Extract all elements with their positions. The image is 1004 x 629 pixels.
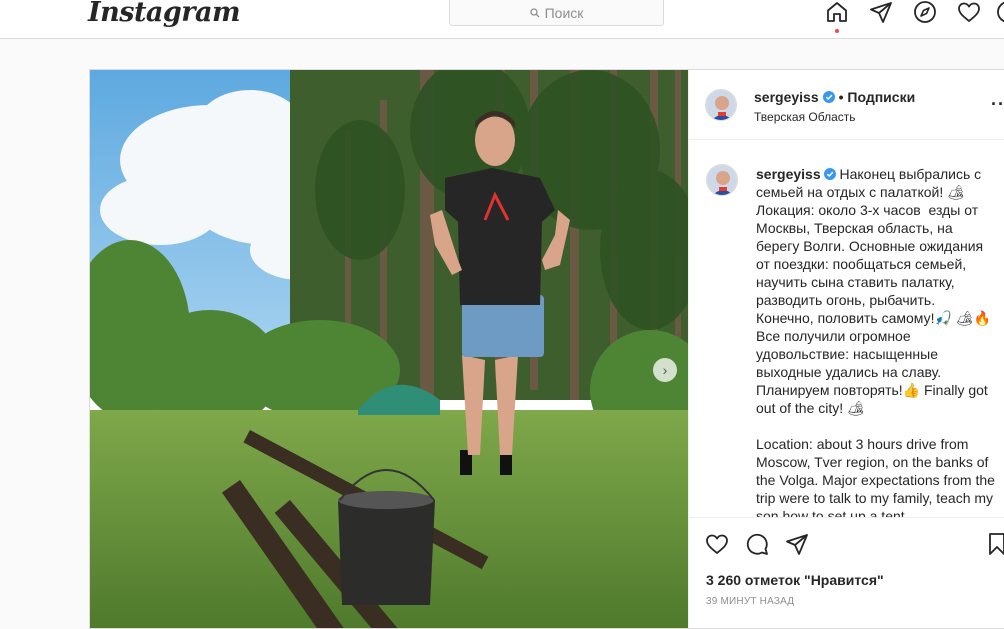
- profile-icon[interactable]: [996, 0, 1004, 26]
- post-timestamp[interactable]: 39 МИНУТ НАЗАД: [706, 596, 794, 607]
- post-header: sergeyiss • Подписки Тверская Область ··…: [689, 70, 1004, 140]
- search-placeholder: Поиск: [544, 4, 584, 21]
- post-sidebar: sergeyiss • Подписки Тверская Область ··…: [688, 70, 1004, 628]
- likes-count[interactable]: 3 260 отметок "Нравится": [706, 572, 884, 588]
- caption-text: Наконец выбрались с семьей на отдых с па…: [756, 166, 995, 517]
- direct-icon[interactable]: [869, 0, 895, 26]
- explore-icon[interactable]: [913, 0, 939, 26]
- caption: sergeyiss Наконец выбрались с семьей на …: [756, 165, 996, 517]
- post-actions: 3 260 отметок "Нравится" 39 МИНУТ НАЗАД: [689, 517, 1004, 628]
- header-user: sergeyiss • Подписки: [754, 89, 915, 105]
- instagram-logo[interactable]: Instagram: [88, 0, 241, 28]
- search-icon: [529, 7, 540, 17]
- share-icon[interactable]: [785, 532, 811, 558]
- post-photo[interactable]: [90, 70, 688, 628]
- notification-dot: [835, 29, 839, 33]
- header-username[interactable]: sergeyiss: [754, 89, 819, 105]
- caption-username[interactable]: sergeyiss: [756, 166, 821, 182]
- next-photo-button[interactable]: ›: [653, 358, 677, 382]
- following-button[interactable]: • Подписки: [839, 89, 916, 105]
- activity-icon[interactable]: [957, 0, 983, 26]
- top-navigation-bar: Instagram Поиск: [0, 0, 1004, 39]
- location-link[interactable]: Тверская Область: [754, 110, 856, 124]
- more-options-icon[interactable]: ···: [991, 94, 1004, 115]
- save-icon[interactable]: [985, 532, 1004, 558]
- home-icon[interactable]: [825, 0, 851, 26]
- search-input[interactable]: Поиск: [449, 0, 664, 26]
- verified-badge-icon: [822, 91, 835, 103]
- caption-avatar[interactable]: [706, 164, 738, 196]
- avatar[interactable]: [705, 89, 737, 121]
- verified-badge-icon: [823, 168, 836, 180]
- comment-icon[interactable]: [745, 532, 771, 558]
- like-icon[interactable]: [705, 532, 731, 558]
